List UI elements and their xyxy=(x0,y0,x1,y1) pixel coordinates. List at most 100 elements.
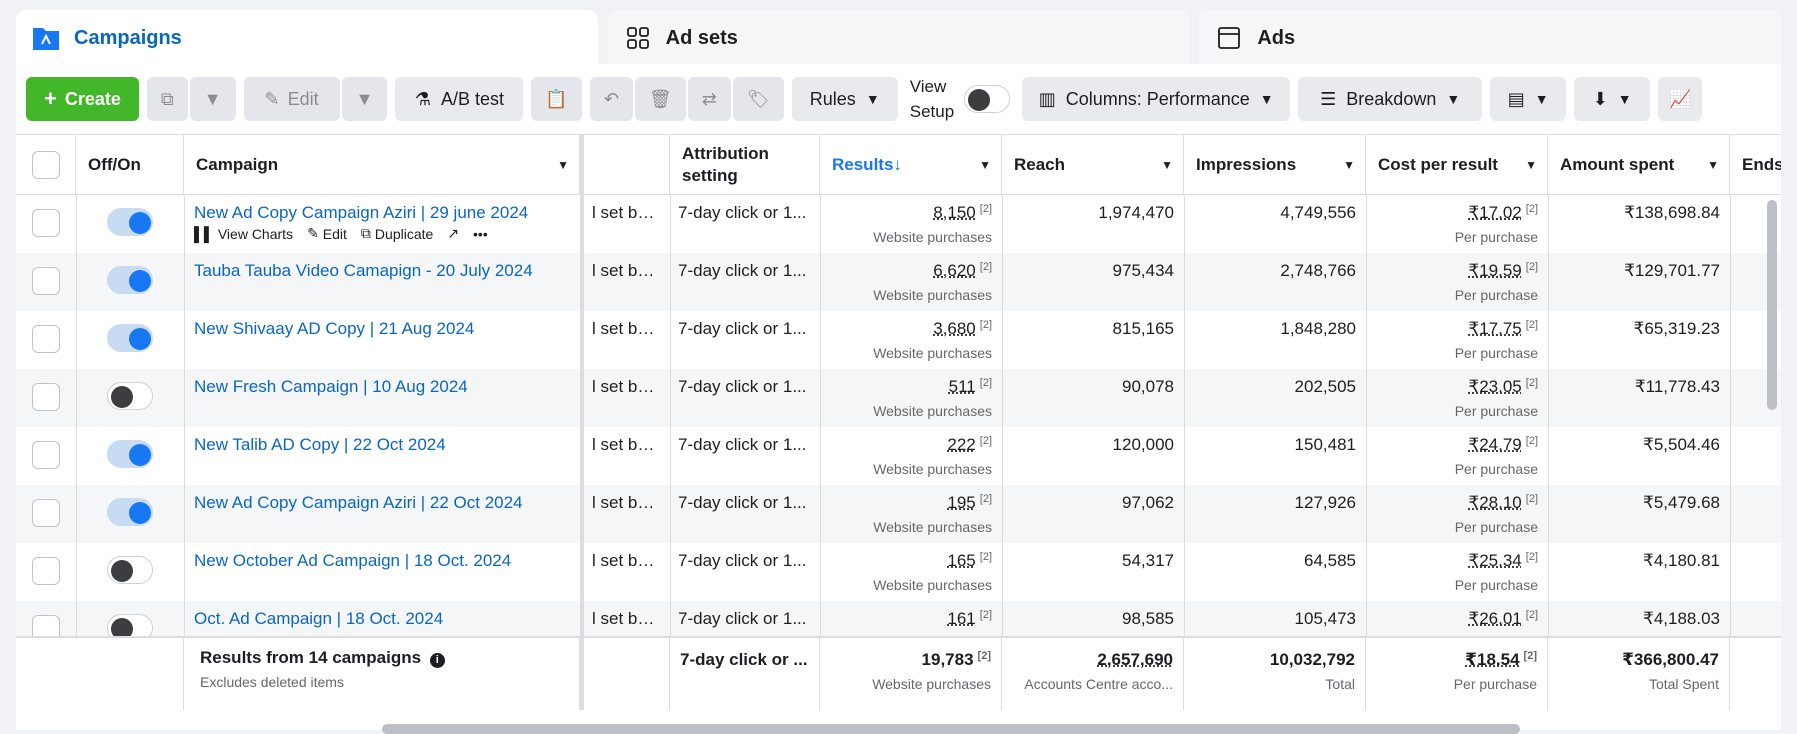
edit-button[interactable]: ✎ Edit xyxy=(243,77,340,121)
campaigns-panel: + Create ⧉ ▼ ✎ Edit ▼ ⚗ A/B test 📋 ↶ 🗑 ⇄… xyxy=(16,64,1781,730)
summary-row: Results from 14 campaigns i Excludes del… xyxy=(16,636,1781,710)
column-divider xyxy=(76,195,77,644)
header-amount-spent[interactable]: Amount spent ▼ xyxy=(1548,135,1730,194)
tag-button[interactable]: 🏷 xyxy=(732,77,784,121)
reports-button[interactable]: ▤ ▼ xyxy=(1490,77,1567,121)
trash-icon: 🗑 xyxy=(648,88,672,109)
table-row[interactable]: New Ad Copy Campaign Aziri | 29 june 202… xyxy=(16,195,1781,253)
campaign-name-link[interactable]: New Talib AD Copy | 22 Oct 2024 xyxy=(184,427,580,463)
row-campaign: Tauba Tauba Video Camapign - 20 July 202… xyxy=(184,253,580,311)
row-attribution: 7-day click or 1... xyxy=(678,261,807,280)
campaign-name-link[interactable]: New Fresh Campaign | 10 Aug 2024 xyxy=(184,369,580,405)
undo-button[interactable]: ↶ xyxy=(589,77,633,121)
table-row[interactable]: Tauba Tauba Video Camapign - 20 July 202… xyxy=(16,253,1781,311)
header-reach[interactable]: Reach ▼ xyxy=(1002,135,1184,194)
tab-label: Campaigns xyxy=(74,26,182,49)
campaign-name-link[interactable]: New Shivaay AD Copy | 21 Aug 2024 xyxy=(184,311,580,347)
row-reach: 975,434 xyxy=(1112,261,1174,280)
table-row[interactable]: New Fresh Campaign | 10 Aug 2024 l set b… xyxy=(16,369,1781,427)
campaign-toggle[interactable] xyxy=(107,324,153,352)
table-row[interactable]: New Ad Copy Campaign Aziri | 22 Oct 2024… xyxy=(16,485,1781,543)
row-checkbox[interactable] xyxy=(32,441,60,469)
table-row[interactable]: New Shivaay AD Copy | 21 Aug 2024 l set … xyxy=(16,311,1781,369)
export-button[interactable]: ⬇ ▼ xyxy=(1574,77,1651,121)
horizontal-scrollbar[interactable] xyxy=(382,724,1520,734)
header-offon[interactable]: Off/On xyxy=(76,135,184,194)
row-checkbox[interactable] xyxy=(32,267,60,295)
row-attribution: 7-day click or 1... xyxy=(678,493,807,512)
duplicate-action[interactable]: ⧉ Duplicate xyxy=(361,225,433,242)
rules-button[interactable]: Rules ▼ xyxy=(791,77,898,121)
tab-ads[interactable]: Ads xyxy=(1199,10,1782,66)
external-link-icon[interactable]: ↗ xyxy=(447,225,459,242)
chart-icon: 📈 xyxy=(1668,88,1692,109)
campaign-name-link[interactable]: Tauba Tauba Video Camapign - 20 July 202… xyxy=(184,253,580,289)
header-budget xyxy=(584,135,670,194)
row-amount: ₹5,479.68 xyxy=(1643,493,1720,512)
summary-title: Results from 14 campaigns xyxy=(200,648,422,667)
campaign-toggle[interactable] xyxy=(107,208,153,236)
duplicate-button[interactable]: ⧉ xyxy=(146,77,188,121)
row-results: 6,620 [2] Website purchases xyxy=(873,261,992,303)
view-charts-action[interactable]: ▌▌ View Charts xyxy=(194,225,293,242)
clipboard-button[interactable]: 📋 xyxy=(531,77,582,121)
info-icon[interactable]: i xyxy=(429,653,445,668)
row-toggle-cell xyxy=(76,311,184,369)
select-all-checkbox[interactable] xyxy=(31,150,60,179)
tab-campaigns[interactable]: Campaigns xyxy=(16,10,598,66)
select-all-header xyxy=(16,135,76,194)
tab-ad-sets[interactable]: Ad sets xyxy=(607,10,1190,66)
row-checkbox[interactable] xyxy=(32,325,60,353)
edit-dropdown[interactable]: ▼ xyxy=(341,77,388,121)
frozen-column-divider xyxy=(580,135,584,644)
header-ends[interactable]: Ends xyxy=(1730,135,1781,194)
header-results[interactable]: Results ↓ ▼ xyxy=(820,135,1002,194)
duplicate-dropdown[interactable]: ▼ xyxy=(189,77,236,121)
create-button[interactable]: + Create xyxy=(26,77,139,121)
breakdown-button[interactable]: ☰ Breakdown ▼ xyxy=(1298,77,1483,121)
row-checkbox[interactable] xyxy=(32,383,60,411)
row-campaign: New October Ad Campaign | 18 Oct. 2024 xyxy=(184,543,580,601)
transfer-button[interactable]: ⇄ xyxy=(687,77,731,121)
columns-button[interactable]: ▥ Columns: Performance ▼ xyxy=(1022,77,1291,121)
campaign-name-link[interactable]: Oct. Ad Campaign | 18 Oct. 2024 xyxy=(184,601,580,637)
campaign-toggle[interactable] xyxy=(107,382,153,410)
more-icon[interactable]: ••• xyxy=(473,225,488,242)
campaign-toggle[interactable] xyxy=(107,498,153,526)
view-setup-toggle[interactable] xyxy=(964,85,1011,113)
ab-test-button[interactable]: ⚗ A/B test xyxy=(395,77,524,121)
header-impressions[interactable]: Impressions ▼ xyxy=(1184,135,1366,194)
row-campaign: New Fresh Campaign | 10 Aug 2024 xyxy=(184,369,580,427)
chevron-down-icon: ▼ xyxy=(557,157,569,172)
column-divider xyxy=(1548,195,1549,644)
copy-icon: ⧉ xyxy=(160,88,174,109)
row-results: 3,680 [2] Website purchases xyxy=(873,319,992,361)
header-cost-per-result[interactable]: Cost per result ▼ xyxy=(1366,135,1548,194)
row-checkbox[interactable] xyxy=(32,209,60,237)
tab-label: Ad sets xyxy=(665,26,738,49)
clipboard-icon: 📋 xyxy=(545,88,568,109)
chevron-down-icon: ▼ xyxy=(865,91,880,107)
pencil-icon: ✎ xyxy=(264,88,280,109)
row-cost: ₹24.79 [2] Per purchase xyxy=(1454,435,1538,477)
table-row[interactable]: New October Ad Campaign | 18 Oct. 2024 l… xyxy=(16,543,1781,601)
edit-action[interactable]: ✎ Edit xyxy=(307,225,347,242)
header-campaign[interactable]: Campaign ▼ xyxy=(184,135,580,194)
row-attribution: 7-day click or 1... xyxy=(678,551,807,570)
row-checkbox[interactable] xyxy=(32,499,60,527)
charts-button[interactable]: 📈 xyxy=(1658,77,1703,121)
campaign-toggle[interactable] xyxy=(107,440,153,468)
campaign-toggle[interactable] xyxy=(107,266,153,294)
header-attribution[interactable]: Attribution setting xyxy=(670,135,820,194)
campaign-toggle[interactable] xyxy=(107,556,153,584)
row-checkbox[interactable] xyxy=(32,557,60,585)
delete-button[interactable]: 🗑 xyxy=(634,77,686,121)
view-setup: View Setup xyxy=(910,74,1011,124)
vertical-scrollbar[interactable] xyxy=(1767,200,1777,410)
campaign-name-link[interactable]: New Ad Copy Campaign Aziri | 22 Oct 2024 xyxy=(184,485,580,521)
table-row[interactable]: New Talib AD Copy | 22 Oct 2024 l set bu… xyxy=(16,427,1781,485)
campaign-name-link[interactable]: New October Ad Campaign | 18 Oct. 2024 xyxy=(184,543,580,579)
summary-results: 19,783 [2] Website purchases xyxy=(820,638,1002,710)
row-cost: ₹17.75 [2] Per purchase xyxy=(1454,319,1538,361)
chevron-down-icon: ▼ xyxy=(355,88,374,109)
